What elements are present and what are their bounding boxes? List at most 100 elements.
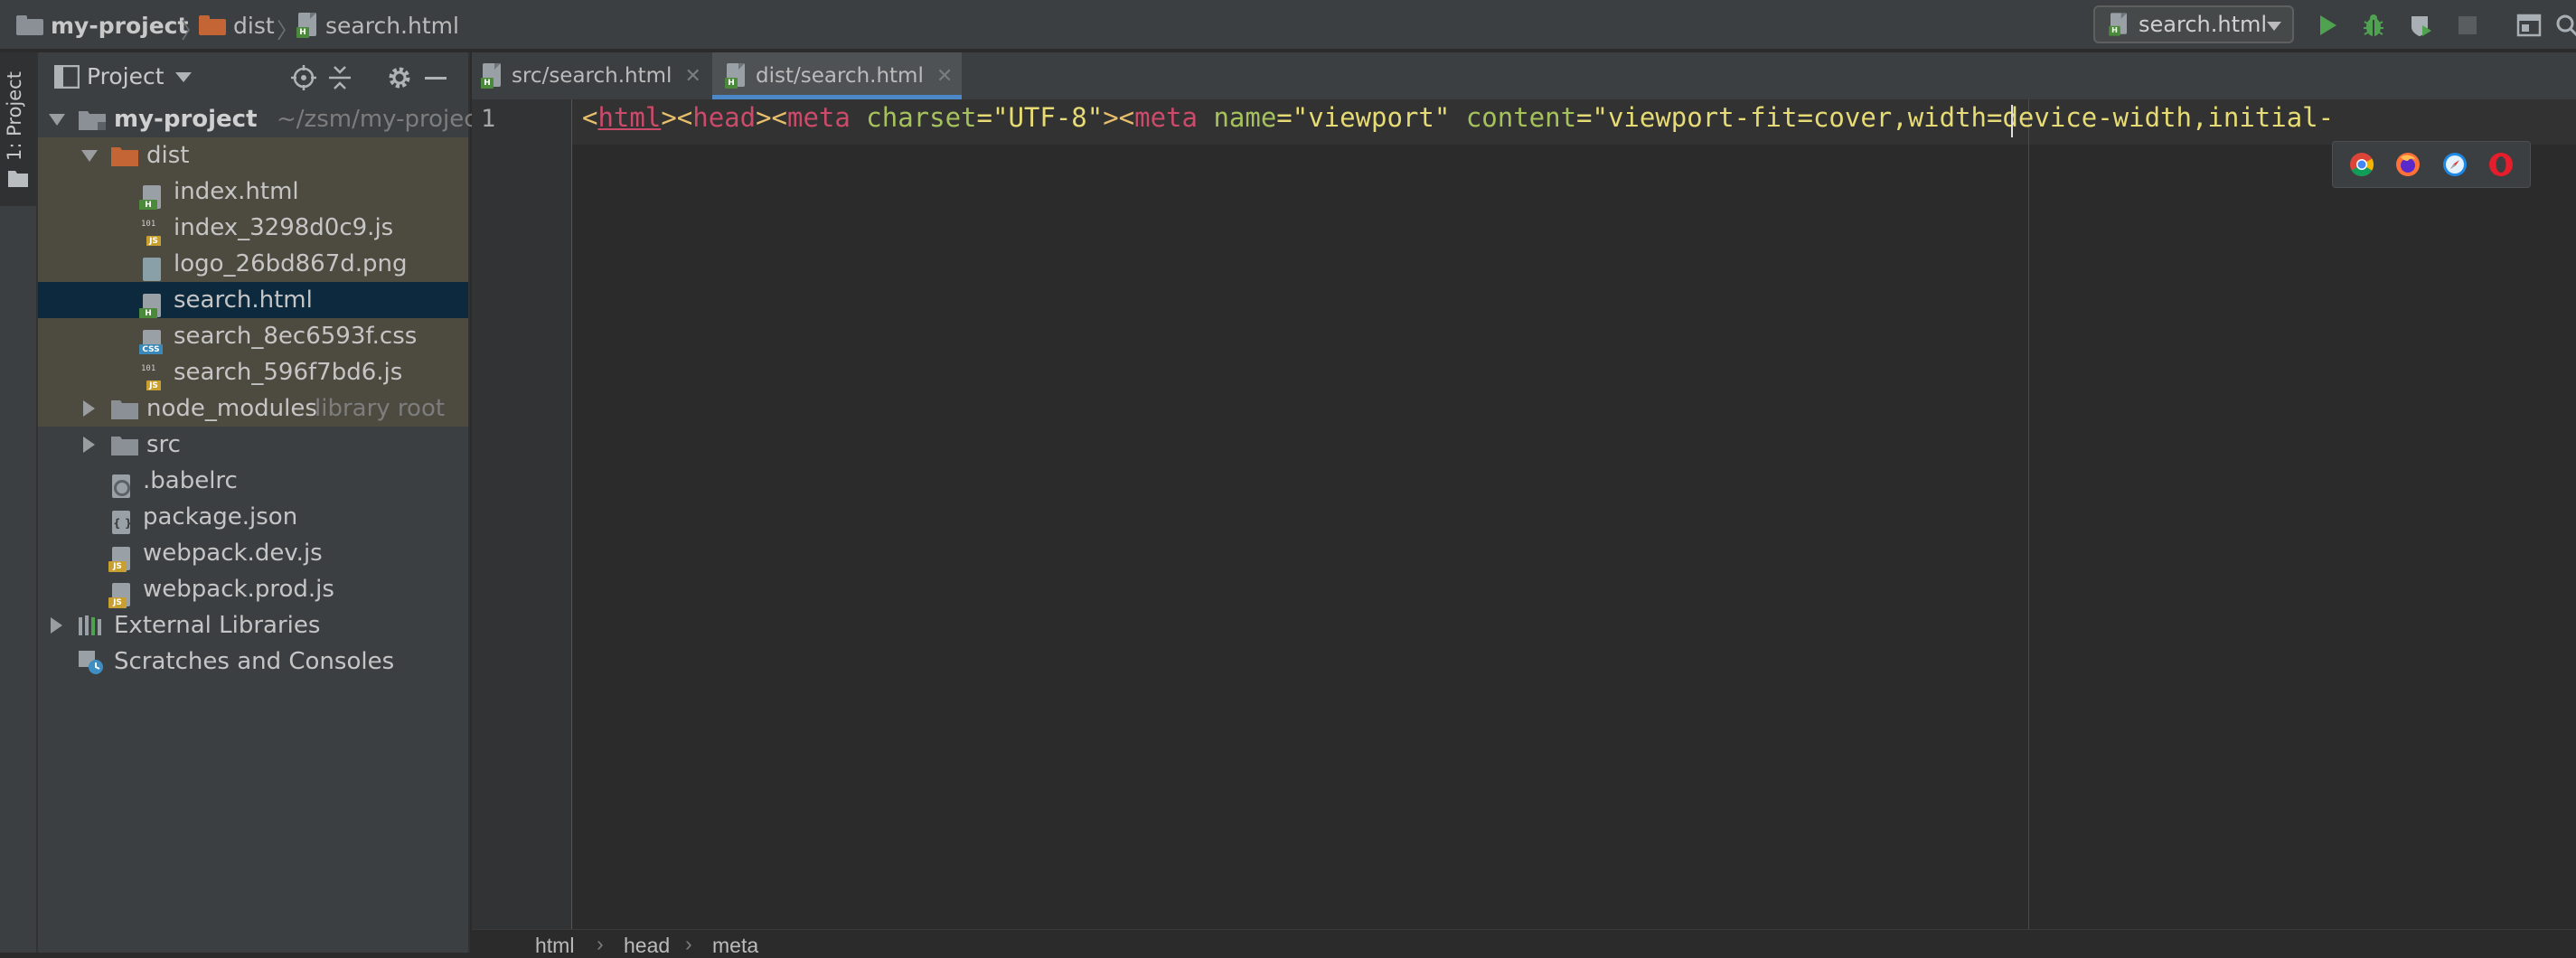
tab-label: dist/search.html — [756, 64, 924, 88]
expand-arrow-icon[interactable] — [51, 617, 62, 634]
tree-item-hint: ~/zsm/my-project — [277, 106, 486, 133]
close-icon[interactable]: ✕ — [936, 65, 953, 88]
run-icon[interactable] — [2310, 0, 2346, 51]
collapse-all-icon[interactable] — [325, 63, 354, 92]
tree-item-search-js[interactable]: 101 JS search_596f7bd6.js — [38, 354, 468, 391]
project-tool-button[interactable]: 1: Project — [0, 52, 36, 206]
tree-item-dist[interactable]: dist — [38, 137, 468, 174]
html-file-icon: H — [725, 63, 747, 89]
stop-icon[interactable] — [2449, 0, 2486, 51]
debug-icon[interactable] — [2355, 0, 2392, 51]
js-file-icon: JS — [108, 583, 132, 608]
tree-item-label: index_3298d0c9.js — [174, 214, 394, 241]
breadcrumb-head[interactable]: head — [624, 934, 670, 958]
tree-item-label: src — [146, 431, 181, 458]
scratches-icon — [79, 651, 103, 674]
tree-item-logo-png[interactable]: logo_26bd867d.png — [38, 246, 468, 282]
tree-item-index-html[interactable]: H index.html — [38, 174, 468, 211]
folder-icon — [111, 400, 138, 419]
code-token: html — [597, 102, 662, 133]
tree-item-label: my-project — [114, 106, 258, 133]
coverage-icon[interactable] — [2402, 0, 2439, 51]
tree-item-scratches[interactable]: Scratches and Consoles — [38, 643, 468, 680]
code-token: ="viewport-fit=cover,width=device-width,… — [1576, 102, 2335, 133]
code-token: >< — [661, 102, 693, 133]
tab-dist-search-html[interactable]: H dist/search.html ✕ — [712, 52, 962, 99]
tree-item-index-js[interactable]: 101 JS index_3298d0c9.js — [38, 210, 468, 247]
tree-item-external-libraries[interactable]: External Libraries — [38, 607, 468, 643]
editor-breadcrumbs: html › head › meta — [472, 929, 2576, 957]
css-file-icon: CSS — [139, 330, 163, 355]
tree-item-search-css[interactable]: CSS search_8ec6593f.css — [38, 318, 468, 355]
tree-item-label: dist — [146, 142, 190, 169]
tree-item-label: External Libraries — [114, 612, 321, 639]
tab-src-search-html[interactable]: H src/search.html ✕ — [472, 52, 712, 99]
tree-item-label: search_596f7bd6.js — [174, 359, 403, 386]
tree-item-babelrc[interactable]: .babelrc — [38, 463, 468, 499]
run-config-label: search.html — [2139, 12, 2268, 37]
libraries-icon — [79, 615, 101, 635]
tree-item-webpack-dev[interactable]: JS webpack.dev.js — [38, 535, 468, 572]
line-number: 1 — [481, 105, 496, 133]
close-icon[interactable]: ✕ — [684, 65, 700, 88]
project-tool-label: 1: Project — [4, 71, 25, 161]
folder-icon — [8, 171, 28, 187]
breadcrumb-file[interactable]: H search.html — [296, 0, 459, 51]
search-icon[interactable] — [2549, 0, 2576, 51]
code-token: head — [692, 102, 757, 133]
folder-icon — [16, 15, 43, 35]
editor-gutter: 1 — [472, 99, 572, 929]
config-file-icon — [108, 474, 132, 500]
gear-icon[interactable] — [385, 63, 414, 92]
expand-arrow-icon[interactable] — [83, 400, 95, 417]
tree-item-label: node_modules — [146, 395, 317, 422]
safari-icon[interactable] — [2442, 152, 2468, 177]
tool-window-strip: 1: Project — [0, 52, 38, 953]
text-caret — [2011, 105, 2013, 137]
tree-item-src[interactable]: src — [38, 427, 468, 463]
tree-item-label: search_8ec6593f.css — [174, 323, 418, 350]
firefox-icon[interactable] — [2395, 152, 2421, 177]
expand-arrow-icon[interactable] — [83, 437, 95, 453]
tree-item-node-modules[interactable]: node_modules library root — [38, 390, 468, 427]
project-panel-title[interactable]: Project — [87, 52, 165, 101]
js-file-icon: JS — [108, 547, 132, 572]
chrome-icon[interactable] — [2349, 152, 2374, 177]
tree-item-hint: library root — [315, 395, 446, 422]
code-token: ="viewport" — [1276, 102, 1451, 133]
locate-icon[interactable] — [289, 63, 318, 92]
tree-item-my-project[interactable]: my-project ~/zsm/my-project — [38, 101, 486, 137]
tree-item-package-json[interactable]: { } package.json — [38, 499, 468, 535]
folder-icon — [111, 147, 138, 166]
folder-icon — [199, 15, 226, 35]
chevron-down-icon[interactable] — [175, 72, 192, 82]
tree-item-label: logo_26bd867d.png — [174, 250, 408, 277]
breadcrumb-html[interactable]: html — [535, 934, 574, 958]
code-token: >< — [756, 102, 787, 133]
expand-arrow-icon[interactable] — [49, 114, 65, 126]
tree-item-search-html[interactable]: H search.html — [38, 282, 468, 319]
chevron-down-icon — [2267, 22, 2281, 31]
window-icon[interactable] — [2511, 0, 2547, 51]
code-token: < — [582, 102, 598, 133]
opera-icon[interactable] — [2488, 152, 2514, 177]
code-token: name — [1197, 102, 1277, 133]
code-line[interactable]: <html><head><meta charset="UTF-8"><meta … — [582, 102, 2576, 133]
breadcrumb-meta[interactable]: meta — [712, 934, 758, 958]
hide-panel-icon[interactable] — [421, 63, 450, 92]
project-panel-header: Project — [38, 52, 468, 101]
navigation-bar: my-project 〉 dist 〉 H search.html H sear… — [0, 0, 2576, 51]
breadcrumb-project[interactable]: my-project — [16, 0, 188, 51]
tree-item-webpack-prod[interactable]: JS webpack.prod.js — [38, 571, 468, 608]
html-file-icon: H — [296, 13, 318, 38]
js-binary-file-icon: 101 JS — [139, 364, 163, 391]
run-configuration-dropdown[interactable]: H search.html — [2093, 5, 2294, 43]
breadcrumb-label: my-project — [51, 12, 189, 39]
json-file-icon: { } — [108, 511, 132, 536]
tree-item-label: webpack.dev.js — [143, 540, 323, 567]
html-file-icon: H — [2109, 13, 2129, 36]
breadcrumb-dist[interactable]: dist — [199, 0, 275, 51]
project-panel: Project my-project ~/zsm/my-project dist… — [38, 52, 486, 953]
tree-item-label: search.html — [174, 286, 313, 314]
expand-arrow-icon[interactable] — [81, 150, 98, 162]
